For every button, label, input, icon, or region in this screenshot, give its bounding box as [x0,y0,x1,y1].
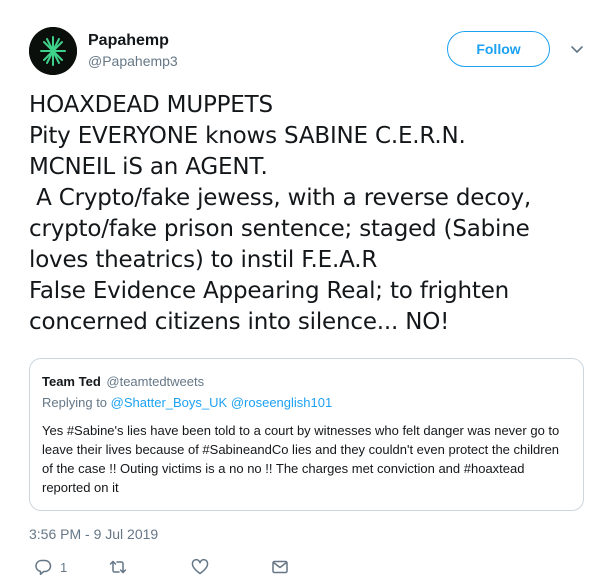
follow-button[interactable]: Follow [447,31,550,67]
tweet-text: HOAXDEAD MUPPETS Pity EVERYONE knows SAB… [29,92,532,335]
reply-to-link-2[interactable]: @roseenglish101 [231,395,332,410]
reply-count: 1 [60,559,68,575]
quoted-author-name: Team Ted [42,374,101,389]
heart-icon [191,559,209,575]
author-handle[interactable]: @Papahemp3 [88,52,178,70]
quoted-replying-to: Replying to @Shatter_Boys_UK @roseenglis… [42,394,571,411]
envelope-icon [272,560,288,574]
reply-to-link-1[interactable]: @Shatter_Boys_UK [111,395,228,410]
quoted-tweet[interactable]: Team Ted @teamtedtweets Replying to @Sha… [29,358,584,511]
quoted-text: Yes #Sabine's lies have been told to a c… [42,423,560,495]
quoted-header: Team Ted @teamtedtweets [42,373,571,390]
replying-to-label: Replying to [42,395,108,410]
quoted-author-handle: @teamtedtweets [106,374,205,389]
tweet-actions: 1 [29,556,329,578]
author-display-name[interactable]: Papahemp [88,31,178,51]
tweet-timestamp[interactable]: 3:56 PM - 9 Jul 2019 [29,525,158,543]
like-button[interactable] [190,556,210,578]
avatar[interactable] [29,27,77,75]
retweet-button[interactable] [108,556,128,578]
direct-message-button[interactable] [270,556,290,578]
chevron-down-icon[interactable] [569,41,585,57]
reply-button[interactable]: 1 [33,556,67,578]
retweet-icon [109,560,127,574]
author-names: Papahemp @Papahemp3 [88,31,178,70]
tweet-header: Papahemp @Papahemp3 Follow [29,27,589,77]
reply-icon [35,559,52,576]
hemp-leaf-icon [29,27,77,75]
